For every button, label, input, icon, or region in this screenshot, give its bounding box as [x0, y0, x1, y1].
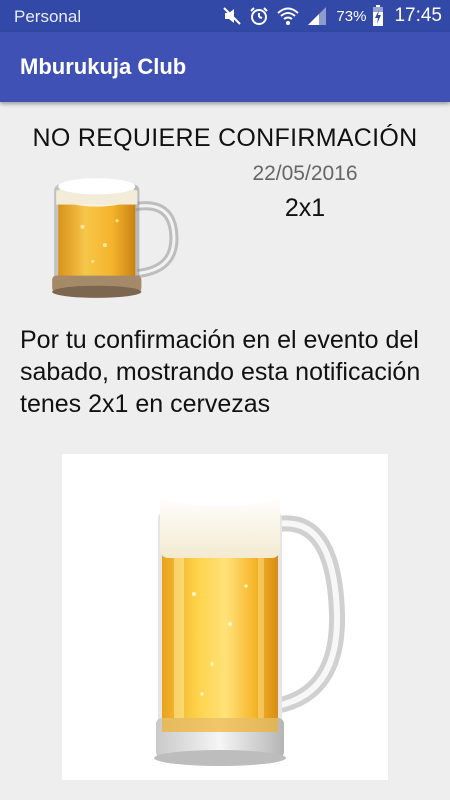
notification-date: 22/05/2016 [252, 162, 358, 185]
beer-mug-icon [52, 178, 179, 298]
wifi-icon [277, 7, 300, 25]
status-time: 17:45 [394, 5, 442, 26]
carrier-name: Personal [14, 7, 82, 26]
promo-label: 2x1 [284, 194, 326, 222]
beer-mug-image [154, 478, 346, 766]
status-icons: 73% 17:45 [222, 4, 442, 28]
battery-percentage: 73% [336, 7, 367, 25]
notification-content: NO REQUIERE CONFIRMACIÓN 22/05/2016 2x1 … [0, 102, 450, 800]
notification-message: Por tu confirmación en el evento del sab… [20, 326, 421, 418]
battery-icon [373, 5, 384, 26]
notification-heading: NO REQUIERE CONFIRMACIÓN [32, 124, 418, 152]
status-bar: Personal 73% 17:45 [0, 0, 450, 32]
mute-icon [223, 7, 242, 25]
alarm-icon [250, 7, 269, 25]
app-bar: Mburukuja Club [0, 32, 450, 102]
beer-mug-photo [62, 454, 388, 780]
signal-icon [308, 7, 327, 25]
app-title: Mburukuja Club [20, 54, 187, 79]
